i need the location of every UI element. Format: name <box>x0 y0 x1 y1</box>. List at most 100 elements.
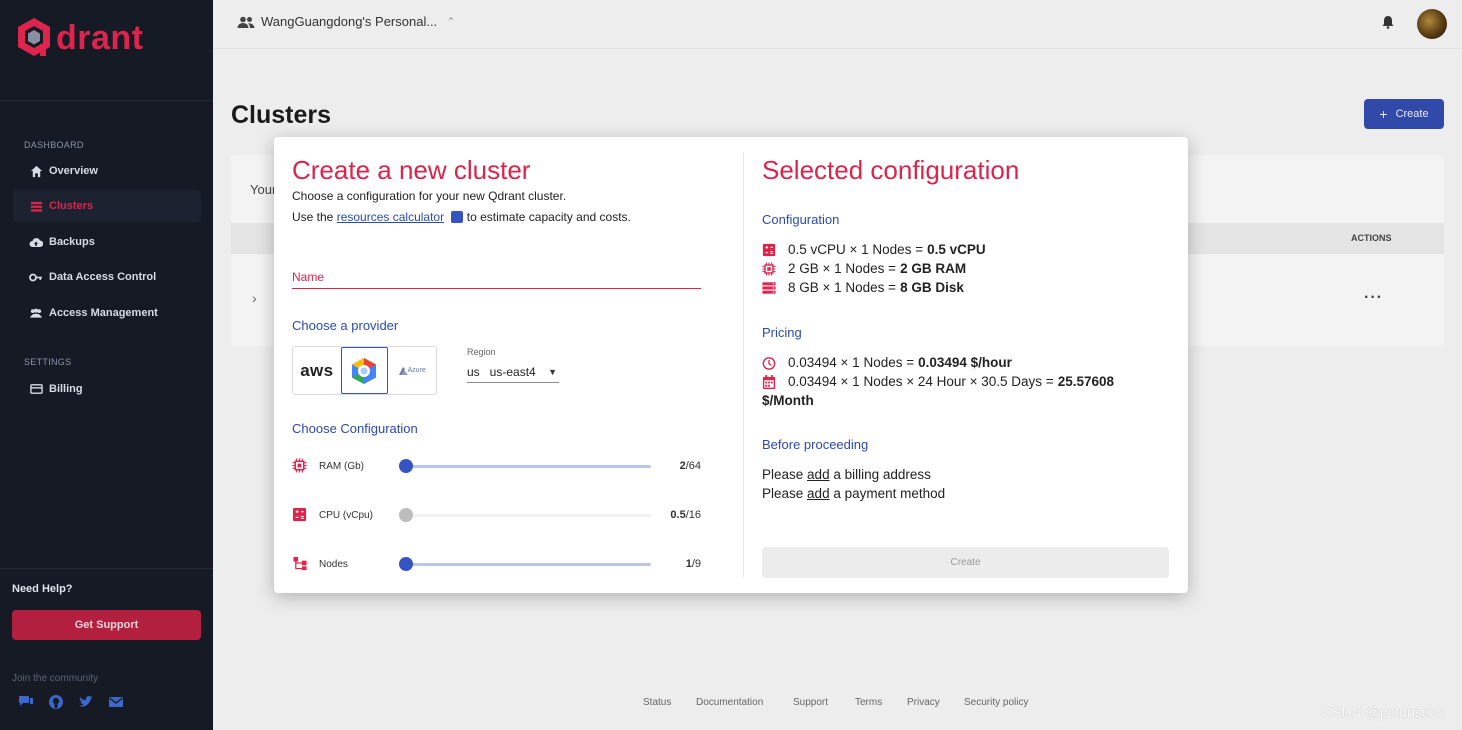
config-disk-text: 8 GB × 1 Nodes = <box>788 280 897 295</box>
sidebar-item-label: Backups <box>49 236 95 248</box>
modal-subtitle: Choose a configuration for your new Qdra… <box>292 189 567 203</box>
topbar: WangGuangdong's Personal... ⌃ <box>213 0 1462 49</box>
nodes-slider-row: Nodes 1/9 <box>292 552 701 576</box>
ram-label: RAM (Gb) <box>319 460 364 472</box>
payment-method-note: Please add a payment method <box>762 486 945 501</box>
pricing-month-text: 0.03494 × 1 Nodes × 24 Hour × 30.5 Days … <box>788 374 1054 389</box>
sidebar-item-label: Overview <box>49 165 98 177</box>
sidebar-divider <box>0 100 213 101</box>
expand-row-icon[interactable]: › <box>252 290 257 306</box>
twitter-icon[interactable] <box>78 694 94 710</box>
qdrant-logo[interactable]: drant <box>16 16 144 60</box>
pricing-hour-total: 0.03494 $/hour <box>918 355 1012 370</box>
workspace-name: WangGuangdong's Personal... <box>261 14 438 29</box>
ram-value: 2/64 <box>680 460 701 472</box>
get-support-button[interactable]: Get Support <box>12 610 201 640</box>
pricing-month-unit: $/Month <box>762 393 814 408</box>
aws-logo: aws <box>300 361 334 380</box>
config-line-disk: 8 GB × 1 Nodes = 8 GB Disk <box>762 280 964 295</box>
billing-icon <box>29 382 43 396</box>
section-dashboard-label: DASHBOARD <box>24 140 84 150</box>
provider-gcp[interactable] <box>340 347 389 394</box>
cpu-calculator-icon <box>762 243 776 257</box>
actions-column-header: ACTIONS <box>1351 233 1392 243</box>
provider-aws[interactable]: aws <box>293 347 341 394</box>
chat-icon[interactable] <box>18 694 34 710</box>
add-payment-method-link[interactable]: add <box>807 486 830 501</box>
sidebar-item-access-management[interactable]: Access Management <box>13 297 201 329</box>
calculator-icon[interactable] <box>451 211 464 223</box>
nodes-slider-track[interactable] <box>399 556 651 571</box>
create-cluster-button[interactable]: + Create <box>1364 99 1444 129</box>
people-icon <box>237 16 255 28</box>
create-button-disabled[interactable]: Create <box>762 547 1169 578</box>
configuration-subheading: Configuration <box>762 212 840 227</box>
pricing-hour-line: 0.03494 × 1 Nodes = 0.03494 $/hour <box>762 355 1012 370</box>
cpu-current: 0.5 <box>670 509 686 521</box>
chip-icon <box>292 458 308 474</box>
footer-link-security-policy[interactable]: Security policy <box>964 697 1028 708</box>
footer-link-terms[interactable]: Terms <box>855 697 882 708</box>
cluster-name-input[interactable] <box>292 265 701 289</box>
nodes-max: /9 <box>691 558 701 570</box>
sidebar-item-billing[interactable]: Billing <box>13 373 201 405</box>
row-actions-menu[interactable]: ··· <box>1364 289 1383 307</box>
config-line-cpu: 0.5 vCPU × 1 Nodes = 0.5 vCPU <box>762 242 986 257</box>
config-disk-total: 8 GB Disk <box>900 280 964 295</box>
watermark: CSDN @petunsecn <box>1322 704 1445 720</box>
cpu-slider-row: CPU (vCpu) 0.5/16 <box>292 503 701 527</box>
region-label: Region <box>467 347 496 357</box>
people-icon <box>29 306 43 320</box>
cpu-slider-track[interactable] <box>399 507 651 522</box>
pricing-month-unit-text: $/Month <box>762 393 814 408</box>
calc-prefix: Use the <box>292 210 334 224</box>
footer-link-support[interactable]: Support <box>793 697 828 708</box>
azure-label: Azure <box>407 367 426 374</box>
resources-calculator-link[interactable]: resources calculator <box>337 210 444 224</box>
modal-divider <box>743 152 744 577</box>
key-icon <box>29 270 43 284</box>
sidebar-divider <box>0 568 213 569</box>
github-icon[interactable] <box>48 694 64 710</box>
azure-logo-icon: Azure <box>398 366 426 375</box>
sidebar-item-backups[interactable]: Backups <box>13 226 201 258</box>
please-text: Please <box>762 486 804 501</box>
qdrant-logo-icon <box>18 18 50 56</box>
sidebar-item-data-access-control[interactable]: Data Access Control <box>13 261 201 293</box>
nodes-value: 1/9 <box>686 558 701 570</box>
cpu-label: CPU (vCpu) <box>319 509 373 521</box>
billing-note-text: a billing address <box>833 467 931 482</box>
ram-slider-thumb[interactable] <box>399 458 413 473</box>
clock-icon <box>762 356 776 370</box>
footer-link-documentation[interactable]: Documentation <box>696 697 763 708</box>
ram-slider-track[interactable] <box>399 458 651 473</box>
bell-icon[interactable] <box>1382 15 1394 34</box>
cpu-value: 0.5/16 <box>670 509 701 521</box>
add-billing-address-link[interactable]: add <box>807 467 830 482</box>
region-select[interactable]: us us-east4 ▼ <box>467 361 559 383</box>
pricing-month-total: 25.57608 <box>1057 374 1114 389</box>
ram-max: /64 <box>685 460 701 472</box>
disk-icon <box>762 281 776 295</box>
workspace-selector[interactable]: WangGuangdong's Personal... ⌃ <box>237 14 455 29</box>
gcp-logo-icon <box>352 357 377 384</box>
avatar[interactable] <box>1417 9 1447 39</box>
calendar-icon <box>762 374 776 389</box>
config-ram-text: 2 GB × 1 Nodes = <box>788 261 897 276</box>
billing-address-note: Please add a billing address <box>762 467 931 482</box>
provider-azure[interactable]: Azure <box>388 347 436 394</box>
footer-link-privacy[interactable]: Privacy <box>907 697 940 708</box>
nodes-slider-thumb[interactable] <box>399 556 413 571</box>
footer-link-status[interactable]: Status <box>643 697 671 708</box>
create-cluster-modal: Create a new cluster Choose a configurat… <box>274 137 1188 593</box>
cpu-calculator-icon <box>292 507 308 523</box>
region-value: us us-east4 <box>467 364 536 379</box>
cpu-slider-thumb[interactable] <box>399 507 413 522</box>
sidebar-item-clusters[interactable]: Clusters <box>13 190 201 222</box>
sidebar-item-overview[interactable]: Overview <box>13 155 201 187</box>
sidebar-item-label: Billing <box>49 383 83 395</box>
mail-icon[interactable] <box>108 694 124 710</box>
provider-selector: aws Azure <box>292 346 437 395</box>
need-help-label: Need Help? <box>12 583 73 595</box>
chip-icon <box>762 261 776 276</box>
